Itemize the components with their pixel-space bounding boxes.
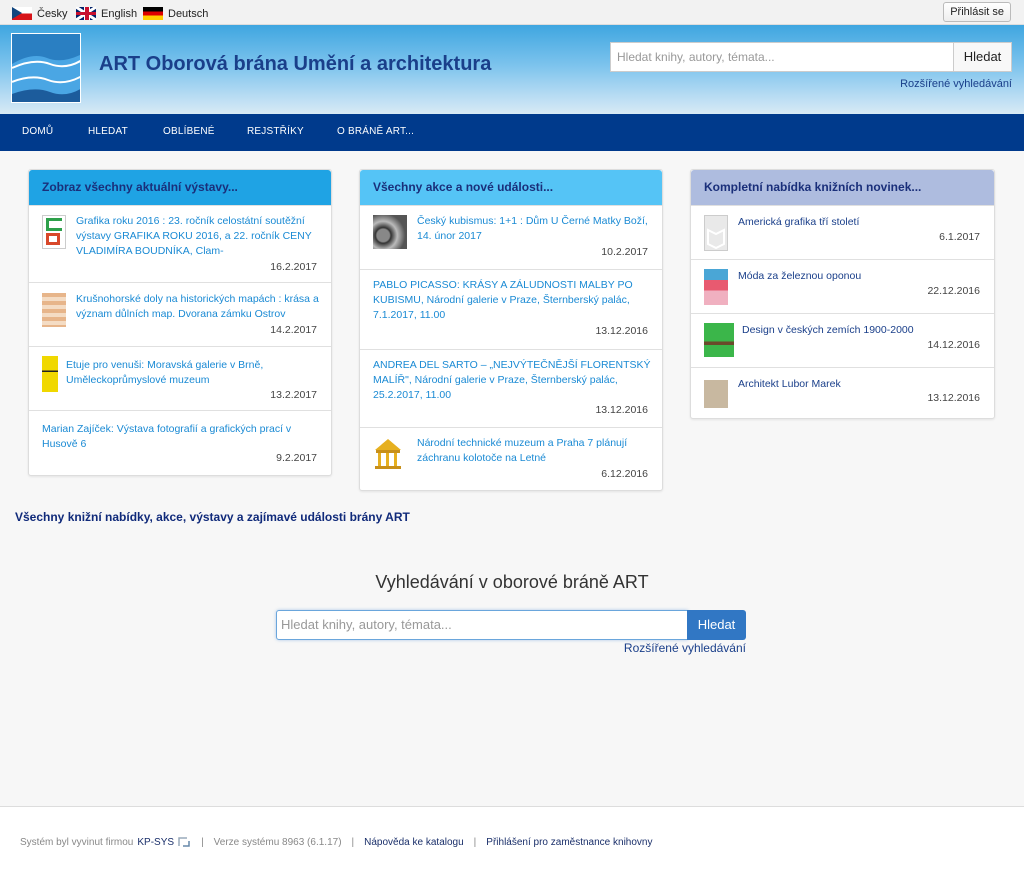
nav-item-search[interactable]: HLEDAT: [88, 126, 128, 137]
list-item[interactable]: Krušnohorské doly na historických mapách…: [29, 282, 331, 346]
footer-developed-by: Systém byl vyvinut firmou: [20, 836, 134, 848]
site-header: ART Oborová brána Umění a architektura H…: [0, 25, 1024, 114]
login-button[interactable]: Přihlásit se: [943, 2, 1011, 22]
lang-english-link[interactable]: English: [76, 7, 137, 20]
panel-title[interactable]: Všechny akce a nové události...: [360, 170, 662, 205]
big-search-button[interactable]: Hledat: [687, 610, 746, 640]
grafika-thumbnail: [42, 215, 66, 249]
footer: Systém byl vyvinut firmou KP-SYS | Verze…: [0, 806, 1024, 881]
item-text[interactable]: Etuje pro venuši: Moravská galerie v Brn…: [66, 358, 321, 388]
footer-help-link[interactable]: Nápověda ke katalogu: [364, 837, 464, 848]
item-date: 6.1.2017: [939, 231, 980, 243]
poster-thumbnail: [42, 356, 58, 392]
lang-deutsch-link[interactable]: Deutsch: [143, 7, 208, 20]
footer-separator: |: [201, 836, 204, 848]
nav-item-indexes[interactable]: REJSTŘÍKY: [247, 126, 304, 137]
list-item[interactable]: Architekt Lubor Marek 13.12.2016: [691, 367, 994, 419]
big-search-advanced-link[interactable]: Rozšířené vyhledávání: [624, 641, 746, 655]
big-search-title: Vyhledávání v oborové bráně ART: [375, 572, 649, 592]
item-date: 22.12.2016: [927, 285, 980, 297]
item-date: 9.2.2017: [276, 452, 317, 464]
item-text[interactable]: Grafika roku 2016 : 23. ročník celostátn…: [76, 214, 321, 259]
item-date: 13.12.2016: [927, 392, 980, 404]
cubism-thumbnail: [373, 215, 407, 249]
list-item[interactable]: Americká grafika tří století 6.1.2017: [691, 205, 994, 259]
item-date: 13.2.2017: [270, 389, 317, 401]
nav-item-about[interactable]: O BRÁNĚ ART...: [337, 126, 414, 137]
nav-item-favorites[interactable]: OBLÍBENÉ: [163, 126, 215, 137]
all-news-link[interactable]: Všechny knižní nabídky, akce, výstavy a …: [15, 510, 410, 524]
panel-title[interactable]: Kompletní nabídka knižních novinek...: [691, 170, 994, 205]
item-text[interactable]: Architekt Lubor Marek: [738, 377, 978, 392]
carousel-thumbnail: [373, 436, 403, 470]
item-text[interactable]: Český kubismus: 1+1 : Dům U Černé Matky …: [417, 214, 657, 244]
main-nav: DOMŮ HLEDAT OBLÍBENÉ REJSTŘÍKY O BRÁNĚ A…: [0, 114, 1024, 151]
book-cover-image: [704, 269, 728, 305]
item-text[interactable]: ANDREA DEL SARTO – „NEJVÝTEČNĚJŠÍ FLOREN…: [373, 358, 653, 403]
book-cover-image: [704, 323, 734, 357]
item-date: 14.2.2017: [270, 324, 317, 336]
waves-logo-icon: [12, 34, 80, 102]
lang-label: English: [101, 7, 138, 20]
panel-title[interactable]: Zobraz všechny aktuální výstavy...: [29, 170, 331, 205]
header-advanced-search-link[interactable]: Rozšířené vyhledávání: [900, 78, 1012, 90]
site-logo[interactable]: [11, 33, 81, 103]
item-text[interactable]: Marian Zajíček: Výstava fotografií a gra…: [42, 422, 312, 452]
book-cover-image: [704, 380, 728, 408]
item-text[interactable]: PABLO PICASSO: KRÁSY A ZÁLUDNOSTI MALBY …: [373, 278, 653, 323]
kpsys-logo-icon: [177, 836, 191, 848]
flag-de-icon: [143, 7, 163, 20]
lang-cesky-link[interactable]: Česky: [12, 7, 68, 20]
item-text[interactable]: Krušnohorské doly na historických mapách…: [76, 292, 326, 322]
list-item[interactable]: ANDREA DEL SARTO – „NEJVÝTEČNĚJŠÍ FLOREN…: [360, 349, 662, 427]
list-item[interactable]: Design v českých zemích 1900-2000 14.12.…: [691, 313, 994, 367]
lang-label: Deutsch: [168, 7, 209, 20]
book-placeholder-icon: [704, 215, 728, 251]
events-panel: Všechny akce a nové události... Český ku…: [359, 169, 663, 491]
header-search-input[interactable]: Hledat knihy, autory, témata...: [610, 42, 954, 72]
footer-staff-login-link[interactable]: Přihlášení pro zaměstnance knihovny: [486, 837, 652, 848]
header-search-button[interactable]: Hledat: [953, 42, 1012, 72]
footer-separator: |: [351, 836, 355, 848]
item-date: 10.2.2017: [601, 246, 648, 258]
item-text[interactable]: Americká grafika tří století: [738, 215, 978, 230]
flag-cz-icon: [12, 7, 32, 20]
list-item[interactable]: Marian Zajíček: Výstava fotografií a gra…: [29, 410, 331, 476]
item-date: 14.12.2016: [927, 339, 980, 351]
item-date: 6.12.2016: [601, 468, 648, 480]
item-text[interactable]: Móda za železnou oponou: [738, 269, 978, 284]
list-item[interactable]: Etuje pro venuši: Moravská galerie v Brn…: [29, 346, 331, 410]
footer-company-link[interactable]: KP-SYS: [137, 837, 174, 848]
lang-label: Česky: [37, 7, 68, 20]
books-panel: Kompletní nabídka knižních novinek... Am…: [690, 169, 995, 419]
list-item[interactable]: Móda za železnou oponou 22.12.2016: [691, 259, 994, 313]
item-text[interactable]: Design v českých zemích 1900-2000: [742, 323, 982, 338]
footer-separator: |: [473, 836, 477, 848]
site-title: ART Oborová brána Umění a architektura: [99, 53, 492, 75]
exhibitions-panel: Zobraz všechny aktuální výstavy... Grafi…: [28, 169, 332, 476]
flag-gb-icon: [76, 7, 96, 20]
map-thumbnail: [42, 293, 66, 327]
list-item[interactable]: Český kubismus: 1+1 : Dům U Černé Matky …: [360, 205, 662, 269]
item-date: 16.2.2017: [270, 261, 317, 273]
list-item[interactable]: PABLO PICASSO: KRÁSY A ZÁLUDNOSTI MALBY …: [360, 269, 662, 349]
list-item[interactable]: Grafika roku 2016 : 23. ročník celostátn…: [29, 205, 331, 282]
item-date: 13.12.2016: [595, 404, 648, 416]
big-search-input[interactable]: Hledat knihy, autory, témata...: [276, 610, 688, 640]
nav-item-home[interactable]: DOMŮ: [22, 126, 53, 137]
list-item[interactable]: Národní technické muzeum a Praha 7 plánu…: [360, 427, 662, 491]
item-text[interactable]: Národní technické muzeum a Praha 7 plánu…: [417, 436, 657, 466]
item-date: 13.12.2016: [595, 325, 648, 337]
language-bar: Česky English Deutsch Přihlásit se: [0, 0, 1024, 25]
footer-version: Verze systému 8963 (6.1.17): [213, 836, 342, 848]
